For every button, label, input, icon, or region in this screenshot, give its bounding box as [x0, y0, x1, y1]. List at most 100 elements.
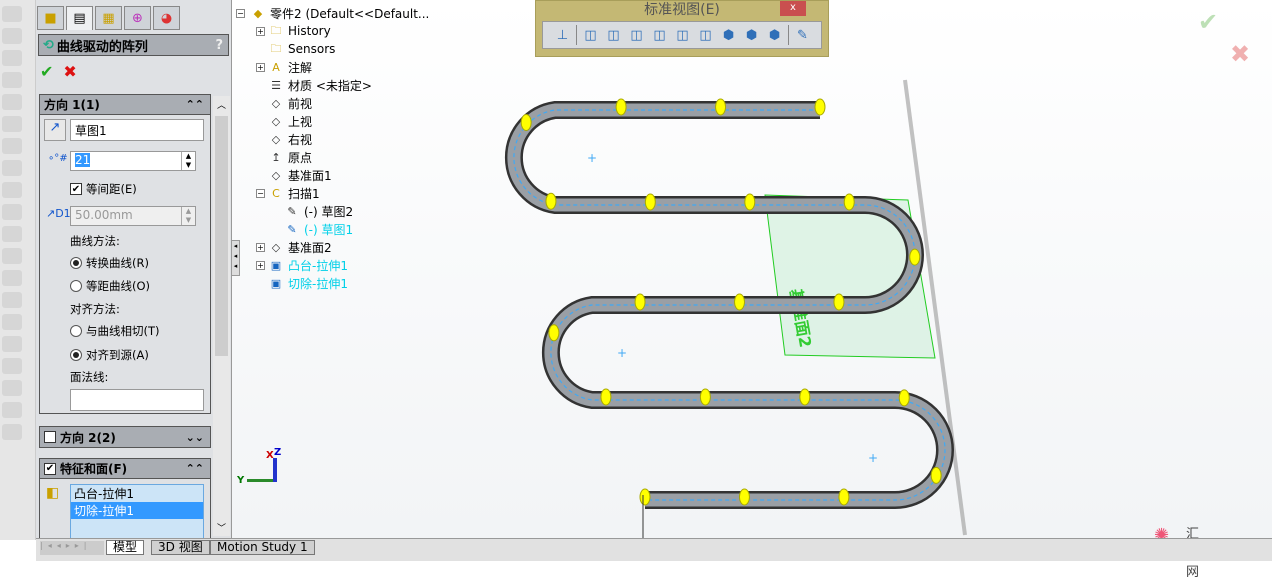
tree-item[interactable]: 🗀 Sensors — [268, 40, 336, 58]
pattern-instance-marker — [898, 389, 910, 407]
tab-dimxpert-manager[interactable]: ⊕ — [124, 6, 151, 30]
crosshair-icon: ⊕ — [132, 10, 143, 26]
pattern-instance-marker — [548, 324, 560, 342]
dimetric-view-icon[interactable]: ⬢ — [765, 26, 784, 45]
tree-item[interactable]: ◇ 右视 — [268, 130, 312, 148]
view-selector-icon[interactable]: ✎ — [793, 26, 812, 45]
display-pie-icon: ◕ — [160, 10, 173, 26]
confirm-corner-cancel-icon[interactable]: ✖ — [1230, 40, 1250, 68]
tab-property-manager[interactable]: ▤ — [66, 6, 93, 30]
close-button[interactable]: x — [780, 1, 806, 16]
ok-button[interactable]: ✔ — [40, 62, 53, 81]
direction1-header[interactable]: 方向 1(1) ⌃⌃ — [40, 95, 210, 115]
tree-item[interactable]: ◇ 基准面2 — [268, 238, 332, 256]
instance-count-icon: ∘°# — [48, 153, 68, 164]
tree-item[interactable]: 🗀 History — [268, 22, 331, 40]
tab-3d-view[interactable]: 3D 视图 — [151, 540, 210, 555]
tree-item[interactable]: ✎ (-) 草图2 — [284, 202, 353, 220]
pm-scrollbar[interactable]: ︿ ﹀ — [213, 96, 230, 536]
list-item[interactable]: 切除-拉伸1 — [71, 502, 203, 519]
cancel-button[interactable]: ✖ — [63, 62, 76, 81]
pattern-instance-marker — [838, 488, 850, 506]
part-icon: ◆ — [253, 6, 263, 20]
tab-model[interactable]: 模型 — [106, 540, 145, 555]
expand-toggle[interactable]: + — [256, 63, 265, 72]
collapse-icon[interactable]: ⌃⌃ — [186, 98, 204, 111]
normal-to-icon[interactable]: ⊥ — [553, 26, 572, 45]
equal-spacing-checkbox[interactable]: ✔ 等间距(E) — [70, 181, 137, 197]
configuration-icon: ▦ — [102, 10, 115, 26]
tree-item[interactable]: ☰ 材质 <未指定> — [268, 76, 372, 94]
radio-transform-curve[interactable]: 转换曲线(R) — [70, 255, 149, 271]
annotations-icon: A — [272, 60, 280, 74]
list-item[interactable]: 凸台-拉伸1 — [71, 485, 203, 502]
confirm-corner-ok-icon[interactable]: ✔ — [1198, 8, 1218, 36]
tree-item-label: History — [288, 24, 331, 38]
top-view-icon[interactable]: ◫ — [673, 26, 692, 45]
tree-item[interactable]: C 扫描1 — [268, 184, 320, 202]
bottom-tab-bar: |◂◂▸▸| 模型 3D 视图 Motion Study 1 — [36, 538, 1272, 561]
right-view-icon[interactable]: ◫ — [650, 26, 669, 45]
tree-root[interactable]: ◆ 零件2 (Default<<Default... — [250, 4, 430, 22]
instance-count-field[interactable]: 21 ▲ ▼ — [70, 151, 196, 171]
pattern-instance-marker — [715, 98, 727, 116]
pattern-instance-marker — [909, 248, 921, 266]
tree-item-label: 注解 — [288, 60, 313, 75]
expand-icon[interactable]: ⌄⌄ — [186, 431, 204, 444]
tree-item[interactable]: ✎ (-) 草图1 — [284, 220, 353, 238]
expand-toggle[interactable]: − — [256, 189, 265, 198]
help-button[interactable]: ? — [215, 38, 223, 53]
pattern-instance-marker — [733, 293, 745, 311]
pattern-instance-marker — [634, 293, 646, 311]
tree-item[interactable]: ▣ 凸台-拉伸1 — [268, 256, 348, 274]
triad-y: Y — [237, 475, 245, 486]
spacing-field: 50.00mm ▲ ▼ — [70, 206, 196, 226]
expand-toggle[interactable]: + — [256, 261, 265, 270]
tab-nav-arrows[interactable]: |◂◂▸▸| — [40, 541, 104, 555]
pattern-instance-marker — [833, 293, 845, 311]
trimetric-view-icon[interactable]: ⬢ — [742, 26, 761, 45]
front-view-icon[interactable]: ◫ — [581, 26, 600, 45]
tree-item-label: (-) 草图1 — [304, 222, 354, 237]
tab-configuration-manager[interactable]: ▦ — [95, 6, 122, 30]
pm-title-bar: ⟲ 曲线驱动的阵列 ? — [38, 34, 229, 56]
tab-motion-study[interactable]: Motion Study 1 — [210, 540, 315, 555]
property-manager: ■ ▤ ▦ ⊕ ◕ ⟲ 曲线驱动的阵列 ? ✔ ✖ 方向 1(1) ⌃⌃ ↗ 草图… — [36, 0, 232, 540]
tree-item[interactable]: A 注解 — [268, 58, 312, 76]
tree-item[interactable]: ◇ 上视 — [268, 112, 312, 130]
tree-item[interactable]: ↥ 原点 — [268, 148, 312, 166]
reverse-direction-button[interactable]: ↗ — [44, 119, 66, 141]
direction2-header[interactable]: 方向 2(2) ⌄⌄ — [40, 427, 210, 447]
tree-item-label: 扫描1 — [288, 186, 320, 201]
features-to-pattern-icon: ◧ — [46, 485, 60, 501]
svg-text:+: + — [617, 346, 627, 360]
tree-item[interactable]: ▣ 切除-拉伸1 — [268, 274, 348, 292]
pattern-instance-marker — [615, 98, 627, 116]
radio-align-to-source[interactable]: 对齐到源(A) — [70, 347, 149, 363]
bottom-view-icon[interactable]: ◫ — [696, 26, 715, 45]
expand-toggle[interactable]: + — [256, 27, 265, 36]
sensors-folder-icon: 🗀 — [270, 41, 282, 55]
history-folder-icon: 🗀 — [270, 23, 282, 37]
radio-tangent-to-curve[interactable]: 与曲线相切(T) — [70, 323, 160, 339]
features-header[interactable]: ✔ 特征和面(F) ⌃⌃ — [40, 459, 210, 479]
isometric-view-icon[interactable]: ⬢ — [719, 26, 738, 45]
tree-item[interactable]: ◇ 前视 — [268, 94, 312, 112]
back-view-icon[interactable]: ◫ — [604, 26, 623, 45]
features-list[interactable]: 凸台-拉伸1 切除-拉伸1 — [70, 484, 204, 540]
face-normal-field[interactable] — [70, 389, 204, 411]
cut-extrude-icon: ▣ — [270, 276, 282, 290]
panel-collapse-handle[interactable]: ◂ ◂ ◂ — [231, 240, 240, 276]
plane-icon: ◇ — [271, 240, 281, 254]
collapse-icon[interactable]: ⌃⌃ — [186, 462, 204, 475]
curve-selection-field[interactable]: 草图1 — [70, 119, 204, 141]
tree-item-label: 上视 — [288, 114, 313, 129]
tab-display-manager[interactable]: ◕ — [153, 6, 180, 30]
tree-item[interactable]: ◇ 基准面1 — [268, 166, 332, 184]
pattern-instance-marker — [639, 488, 651, 506]
left-view-icon[interactable]: ◫ — [627, 26, 646, 45]
feature-tree: − ◆ 零件2 (Default<<Default... 🗀 History + 🗀 Se… — [232, 0, 432, 300]
radio-offset-curve[interactable]: 等距曲线(O) — [70, 278, 150, 294]
tab-feature-manager[interactable]: ■ — [37, 6, 64, 30]
expand-toggle[interactable]: + — [256, 243, 265, 252]
